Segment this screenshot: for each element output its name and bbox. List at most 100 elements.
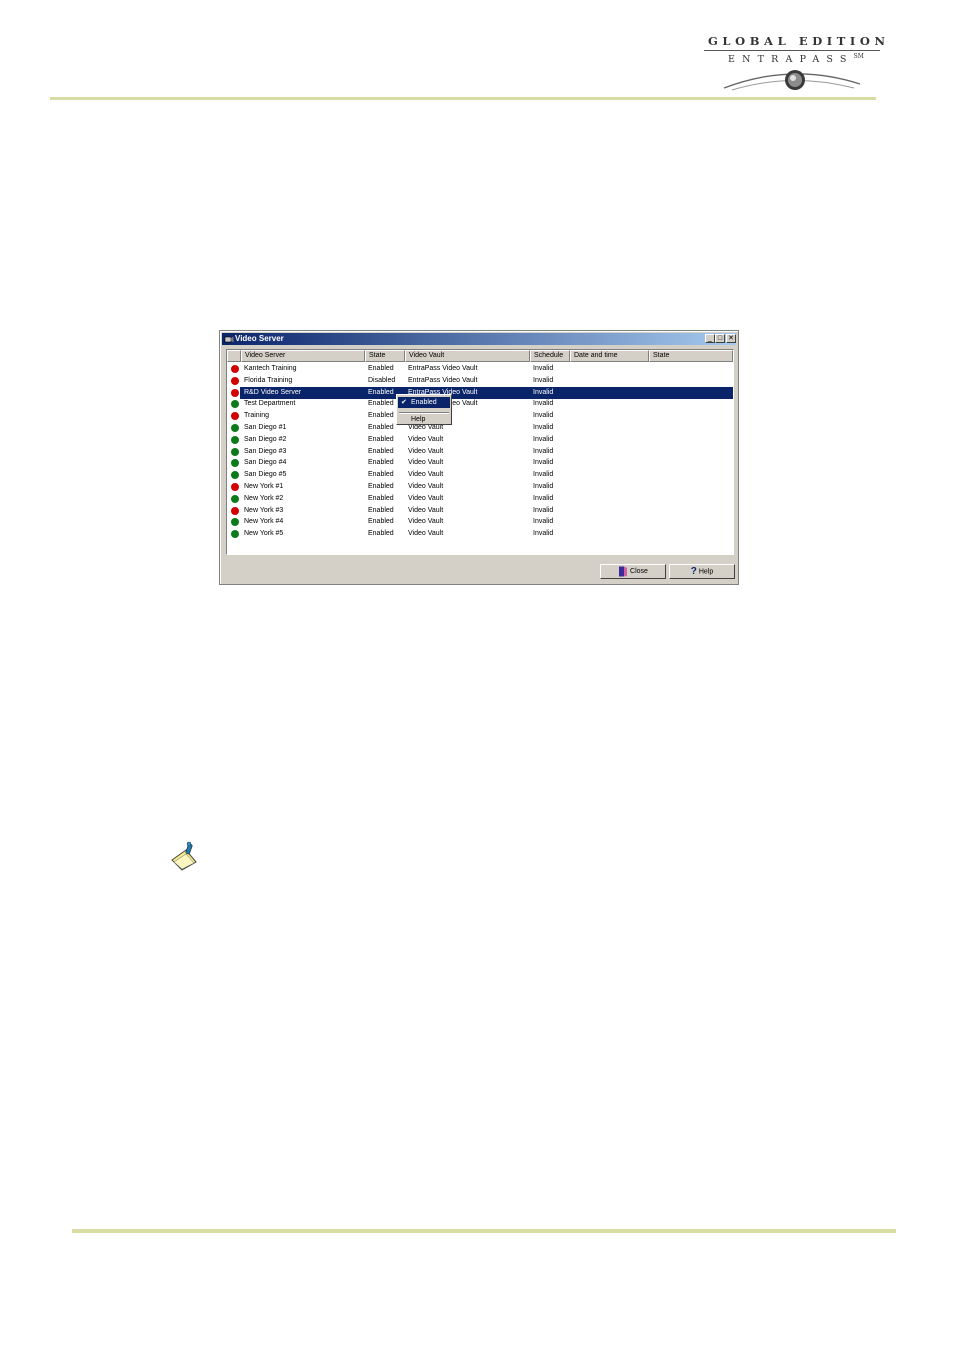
minimize-button[interactable]: _ — [705, 334, 715, 343]
cell-video-vault: Video Vault — [408, 471, 444, 479]
status-dot-icon — [231, 494, 239, 503]
logo-swoosh-icon — [723, 70, 861, 91]
status-dot-icon — [231, 412, 239, 421]
table-row[interactable]: New York #3 Enabled Video Vault Invalid — [227, 505, 733, 517]
cell-schedule: Invalid — [533, 412, 554, 420]
footer-rule — [72, 1229, 896, 1233]
logo-line-global-edition: GLOBAL EDITION — [708, 34, 890, 48]
grid-header-row: Video Server State Video Vault Schedule … — [227, 350, 733, 363]
column-header-video-vault[interactable]: Video Vault — [405, 350, 530, 362]
question-mark-icon: ? — [690, 566, 697, 577]
cell-schedule: Invalid — [533, 483, 554, 490]
cell-video-vault: Video Vault — [408, 530, 444, 538]
help-button[interactable]: ? Help — [669, 564, 735, 579]
status-dot-icon — [231, 435, 239, 444]
column-header-schedule[interactable]: Schedule — [530, 350, 570, 362]
status-dot-icon — [231, 376, 239, 385]
table-row[interactable]: New York #1 Enabled Video Vault Invalid — [227, 481, 733, 493]
cell-video-server: New York #5 — [244, 530, 284, 538]
column-header-state[interactable]: State — [365, 350, 405, 362]
cell-video-server: San Diego #3 — [244, 447, 287, 455]
close-button[interactable]: Close — [600, 564, 666, 579]
context-menu-item-enabled[interactable]: ✔ Enabled — [398, 397, 450, 408]
door-exit-icon — [619, 566, 628, 577]
close-window-button[interactable]: ✕ — [726, 334, 736, 343]
status-dot-icon — [231, 483, 239, 491]
cell-state: Disabled — [368, 376, 396, 384]
status-dot-icon — [231, 447, 239, 456]
cell-schedule: Invalid — [533, 435, 554, 443]
column-header-date-and-time[interactable]: Date and time — [570, 350, 649, 362]
cell-state: Enabled — [368, 447, 394, 455]
cell-video-server: New York #2 — [244, 494, 284, 502]
status-dot-icon — [231, 506, 239, 515]
cell-video-server: New York #1 — [244, 483, 284, 490]
status-dot-icon — [231, 388, 239, 397]
logo-service-mark: SM — [853, 53, 864, 60]
cell-schedule: Invalid — [533, 365, 554, 372]
status-dot-icon — [231, 530, 239, 539]
cell-video-vault: Video Vault — [408, 483, 444, 490]
table-row[interactable]: San Diego #1 Enabled Video Vault Invalid — [227, 422, 733, 434]
cell-video-vault: Video Vault — [408, 459, 444, 467]
video-server-grid: Video Server State Video Vault Schedule … — [226, 349, 734, 555]
window-title: Video Server — [235, 334, 284, 343]
table-row[interactable]: San Diego #3 Enabled Video Vault Invalid — [227, 446, 733, 458]
context-menu-item-help[interactable]: Help — [398, 414, 450, 425]
table-row[interactable]: San Diego #5 Enabled Video Vault Invalid — [227, 469, 733, 481]
status-dot-icon — [231, 400, 239, 409]
cell-video-vault: Video Vault — [408, 506, 444, 514]
table-row[interactable]: San Diego #2 Enabled Video Vault Invalid — [227, 434, 733, 446]
cell-state: Enabled — [368, 471, 394, 479]
cell-state: Enabled — [368, 494, 394, 502]
cell-video-server: Florida Training — [244, 376, 293, 384]
status-dot-icon — [231, 424, 239, 432]
table-row[interactable]: TrainingEnabledVideo VaultInvalid — [227, 410, 733, 422]
cell-schedule: Invalid — [533, 388, 554, 396]
cell-video-server: San Diego #1 — [244, 424, 287, 431]
video-server-app-icon — [224, 336, 234, 343]
cell-state: Enabled — [368, 459, 394, 467]
table-row[interactable]: New York #2 Enabled Video Vault Invalid — [227, 493, 733, 505]
note-pad-icon — [171, 841, 197, 871]
cell-schedule: Invalid — [533, 400, 554, 408]
context-menu-label-enabled: Enabled — [411, 399, 437, 406]
window-titlebar[interactable]: Video Server _ □ ✕ — [222, 333, 736, 345]
cell-video-server: San Diego #5 — [244, 471, 287, 479]
status-dot-icon — [231, 518, 239, 527]
status-dot-icon — [231, 459, 239, 468]
column-header-state-2[interactable]: State — [649, 350, 733, 362]
cell-schedule: Invalid — [533, 447, 554, 455]
cell-state: Enabled — [368, 506, 394, 514]
cell-video-server: San Diego #2 — [244, 435, 287, 443]
table-row[interactable]: New York #5 Enabled Video Vault Invalid — [227, 528, 733, 540]
close-button-label: Close — [630, 568, 648, 575]
column-header-video-server[interactable]: Video Server — [241, 350, 365, 362]
grid-header-status[interactable] — [227, 350, 241, 362]
cell-video-server: New York #3 — [244, 506, 284, 514]
cell-schedule: Invalid — [533, 424, 554, 431]
cell-video-vault: Video Vault — [408, 435, 444, 443]
cell-video-vault: Video Vault — [408, 447, 444, 455]
cell-state: Enabled — [368, 483, 394, 490]
logo-entrapass-text: ENTRAPASS — [728, 54, 854, 66]
cell-schedule: Invalid — [533, 471, 554, 479]
header-rule — [50, 97, 876, 100]
document-page: GLOBAL EDITION ENTRAPASSSM Video Server … — [0, 0, 954, 1350]
cell-schedule: Invalid — [533, 530, 554, 538]
context-menu-label-help: Help — [411, 416, 426, 423]
cell-video-server: Kantech Training — [244, 365, 297, 372]
maximize-button[interactable]: □ — [715, 334, 725, 343]
cell-state: Enabled — [368, 365, 394, 372]
table-row[interactable]: New York #4 Enabled Video Vault Invalid — [227, 516, 733, 528]
table-row[interactable]: Kantech Training Enabled EntraPass Video V… — [227, 363, 733, 375]
table-row[interactable]: Florida Training Disabled EntraPass Video … — [227, 375, 733, 387]
cell-schedule: Invalid — [533, 459, 554, 467]
cell-schedule: Invalid — [533, 494, 554, 502]
table-row[interactable]: Test DepartmentEnabledEntraPass Video Va… — [227, 398, 733, 410]
cell-video-server: R&D Video Server — [244, 388, 302, 396]
cell-schedule: Invalid — [533, 518, 554, 526]
table-row[interactable]: R&D Video Server Enabled EntraPass Video V… — [227, 386, 733, 399]
table-row[interactable]: San Diego #4 Enabled Video Vault Invalid — [227, 457, 733, 469]
logo-rule — [704, 50, 880, 51]
